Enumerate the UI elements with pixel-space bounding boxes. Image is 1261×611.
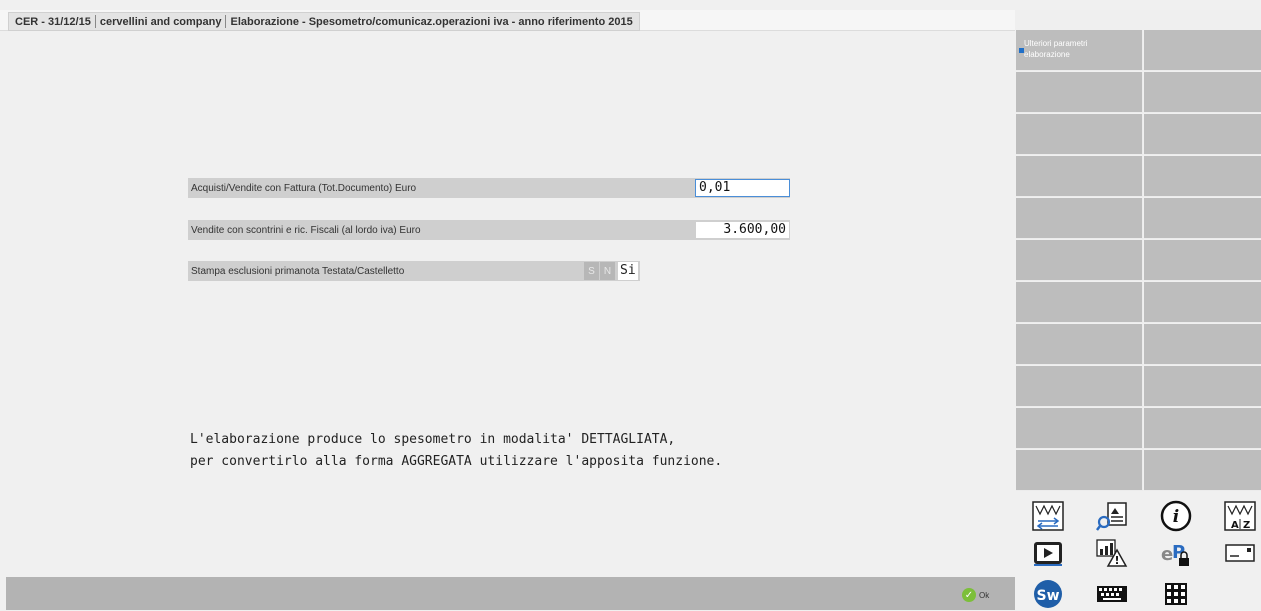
svg-text:Z: Z xyxy=(1243,520,1250,531)
panel-button-empty[interactable] xyxy=(1144,366,1261,407)
ok-label: Ok xyxy=(979,590,990,600)
option-s-button[interactable]: S xyxy=(584,262,599,280)
separator xyxy=(225,15,227,28)
keyboard-icon[interactable] xyxy=(1080,576,1144,611)
panel-button-empty[interactable] xyxy=(1016,114,1143,155)
field-row-vendite-scontrini: Vendite con scontrini e ric. Fiscali (al… xyxy=(188,220,790,240)
import-export-icon[interactable] xyxy=(1016,498,1080,533)
panel-button-empty[interactable] xyxy=(1144,408,1261,449)
info-message-line-1: L'elaborazione produce lo spesometro in … xyxy=(190,432,676,447)
svg-text:Sw: Sw xyxy=(1036,588,1059,604)
field-row-stampa-esclusioni: Stampa esclusioni primanota Testata/Cast… xyxy=(188,261,640,281)
ulteriori-parametri-button[interactable]: Ulteriori parametri elaborazione xyxy=(1016,30,1143,71)
check-icon: ✓ xyxy=(962,588,976,602)
grid-keypad-icon[interactable] xyxy=(1144,576,1208,611)
panel-button-empty[interactable] xyxy=(1144,114,1261,155)
acquisti-vendite-input[interactable]: 0,01 xyxy=(695,179,790,197)
option-n-button[interactable]: N xyxy=(600,262,615,280)
stampa-esclusioni-value[interactable]: Si xyxy=(618,262,638,280)
company-code: CER - 31/12/15 xyxy=(15,15,91,28)
video-play-icon[interactable] xyxy=(1016,535,1080,570)
panel-button-empty[interactable] xyxy=(1016,72,1143,113)
vendite-scontrini-input[interactable]: 3.600,00 xyxy=(695,221,790,239)
field-row-acquisti-vendite: Acquisti/Vendite con Fattura (Tot.Docume… xyxy=(188,178,790,198)
panel-button-empty[interactable] xyxy=(1144,30,1261,71)
separator xyxy=(94,15,96,28)
panel-button-empty[interactable] xyxy=(1016,198,1143,239)
panel-button-empty[interactable] xyxy=(1144,324,1261,365)
panel-button-empty[interactable] xyxy=(1016,366,1143,407)
window-tab: CER - 31/12/15 cervellini and company El… xyxy=(8,12,640,31)
info-message-line-2: per convertirlo alla forma AGGREGATA uti… xyxy=(190,454,723,469)
panel-button-empty[interactable] xyxy=(1144,240,1261,281)
panel-button-empty[interactable] xyxy=(1144,198,1261,239)
svg-text:!: ! xyxy=(1114,554,1119,567)
panel-button-empty[interactable] xyxy=(1016,408,1143,449)
panel-button-empty[interactable] xyxy=(1144,282,1261,323)
right-panel-header xyxy=(1015,10,1261,30)
search-document-icon[interactable] xyxy=(1080,498,1144,533)
panel-button-empty[interactable] xyxy=(1016,240,1143,281)
svg-text:A: A xyxy=(1231,520,1239,531)
ok-button[interactable]: ✓ Ok xyxy=(962,582,998,608)
sort-az-icon[interactable]: A Z xyxy=(1208,498,1261,533)
card-reader-icon[interactable] xyxy=(1208,535,1261,570)
panel-button-empty[interactable] xyxy=(1016,156,1143,197)
panel-button-empty[interactable] xyxy=(1144,156,1261,197)
window-title: Elaborazione - Spesometro/comunicaz.oper… xyxy=(230,15,633,28)
panel-button-empty[interactable] xyxy=(1016,324,1143,365)
field-label: Acquisti/Vendite con Fattura (Tot.Docume… xyxy=(191,182,417,194)
chart-warning-icon[interactable]: ! xyxy=(1080,535,1144,570)
panel-button-empty[interactable] xyxy=(1144,450,1261,491)
svg-text:i: i xyxy=(1173,507,1179,527)
panel-button-empty[interactable] xyxy=(1016,282,1143,323)
ulteriori-parametri-label: Ulteriori parametri elaborazione xyxy=(1024,39,1088,59)
field-label: Vendite con scontrini e ric. Fiscali (al… xyxy=(191,224,421,236)
info-icon[interactable]: i xyxy=(1144,498,1208,533)
company-name: cervellini and company xyxy=(99,15,222,28)
field-label: Stampa esclusioni primanota Testata/Cast… xyxy=(191,265,405,277)
ep-lock-icon[interactable]: e P xyxy=(1144,535,1208,570)
panel-button-empty[interactable] xyxy=(1144,72,1261,113)
status-bar xyxy=(6,577,1015,610)
sw-logo-icon[interactable]: Sw xyxy=(1016,576,1080,611)
panel-button-empty[interactable] xyxy=(1016,450,1143,491)
